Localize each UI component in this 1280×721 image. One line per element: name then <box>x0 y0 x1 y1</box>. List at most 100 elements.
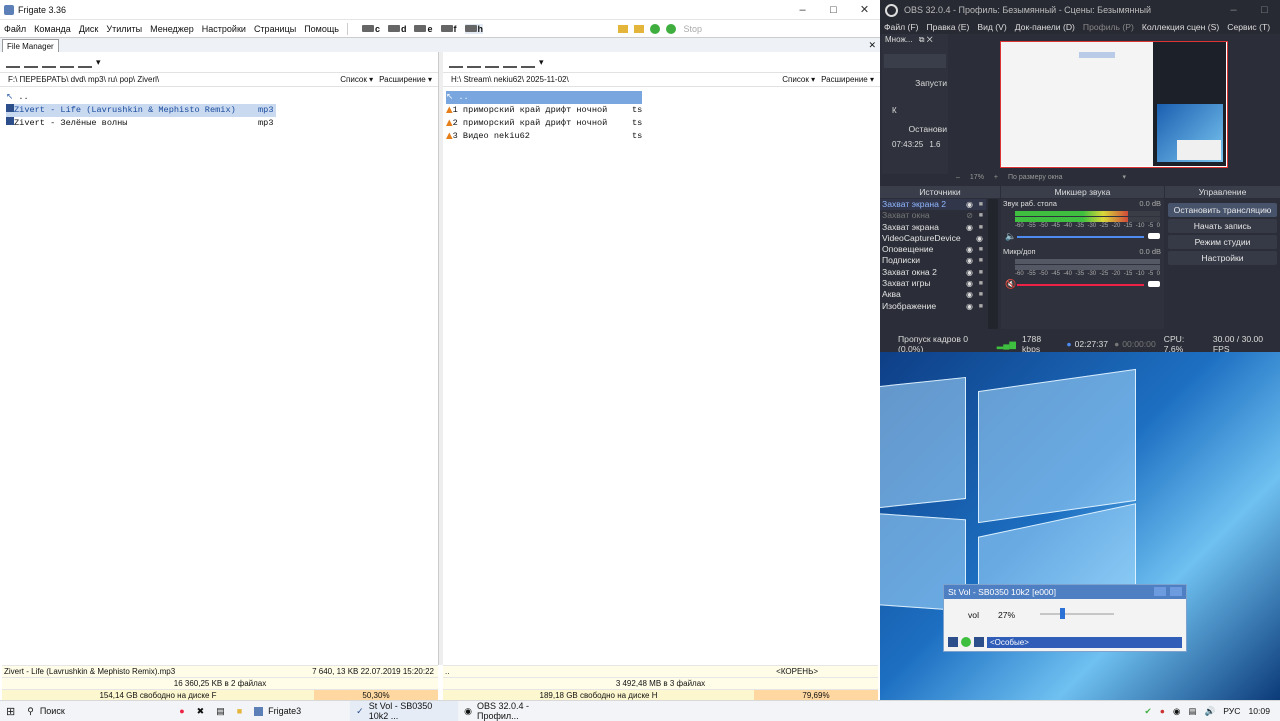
folder-up-icon[interactable] <box>634 24 645 33</box>
taskbar-app-frigate[interactable]: Frigate3 <box>248 701 350 721</box>
folder-icon[interactable]: ■ <box>231 701 248 721</box>
source-item[interactable]: Оповещение ◉ ■ <box>880 244 986 255</box>
list-item[interactable]: Zivert - Life (Lavrushkin & Mephisto Rem… <box>6 104 276 117</box>
source-item[interactable]: Захват окна 2 ◉ ■ <box>880 267 986 278</box>
source-item[interactable]: Подписки ◉ ■ <box>880 255 986 266</box>
lock-icon[interactable]: ■ <box>979 244 983 255</box>
notes-icon[interactable]: ▤ <box>210 701 231 721</box>
view-icon[interactable] <box>6 56 20 68</box>
muted-speaker-icon[interactable]: 🔇 <box>1005 279 1016 290</box>
maximize-button[interactable]: □ <box>818 0 849 19</box>
right-sort-ext[interactable]: Расширение ▾ <box>821 75 874 84</box>
menu-settings[interactable]: Настройки <box>202 24 246 34</box>
lock-icon[interactable]: ■ <box>979 255 983 266</box>
check-icon[interactable]: ✔ <box>1145 706 1152 717</box>
dropdown-icon[interactable]: ▾ <box>96 57 101 68</box>
list-item[interactable]: ↖ .. <box>446 91 642 104</box>
view-icon[interactable] <box>485 56 499 68</box>
source-item[interactable]: Захват экрана 2 ◉ ■ <box>880 199 986 211</box>
drive-c-button[interactable]: c <box>361 24 380 34</box>
lock-icon[interactable]: ■ <box>979 289 983 300</box>
dropdown-icon[interactable]: ▾ <box>539 57 544 68</box>
eye-icon[interactable]: ◉ <box>966 255 973 266</box>
obs-menu-scene-collection[interactable]: Коллекция сцен (S) <box>1142 22 1219 32</box>
obs-menu-profile[interactable]: Профиль (P) <box>1083 22 1134 32</box>
volume-min-button[interactable] <box>1154 587 1166 596</box>
obs-tray-icon[interactable]: ◉ <box>1173 706 1181 717</box>
folder-icon[interactable] <box>618 24 629 33</box>
status-icon[interactable] <box>961 637 971 647</box>
speaker-icon[interactable]: 🔈 <box>1005 231 1016 242</box>
start-button[interactable]: Запусти <box>882 78 948 88</box>
sources-scrollbar[interactable] <box>988 199 998 329</box>
obs-menu-view[interactable]: Вид (V) <box>977 22 1006 32</box>
lock-icon[interactable]: ■ <box>979 222 983 233</box>
source-item[interactable]: Захват экрана ◉ ■ <box>880 222 986 233</box>
network-icon[interactable]: ▤ <box>1188 706 1196 717</box>
lock-icon[interactable]: ■ <box>979 199 983 210</box>
view-icon[interactable] <box>521 56 535 68</box>
eye-icon[interactable]: ◉ <box>966 278 973 289</box>
volume-slider-thumb[interactable] <box>1059 608 1065 619</box>
drive-d-button[interactable]: d <box>387 24 406 34</box>
menu-manager[interactable]: Менеджер <box>150 24 194 34</box>
volume-fader-handle[interactable] <box>1148 281 1160 287</box>
left-sort-ext[interactable]: Расширение ▾ <box>379 75 432 84</box>
drive-h-button[interactable]: h <box>464 23 483 34</box>
stop-button[interactable]: Stop <box>683 24 702 34</box>
browser-icon[interactable]: ● <box>173 701 190 721</box>
obs-preview[interactable] <box>1000 41 1228 168</box>
source-item[interactable]: Аква ◉ ■ <box>880 289 986 300</box>
view-icon[interactable] <box>24 56 38 68</box>
lock-icon[interactable]: ■ <box>979 301 983 312</box>
view-icon[interactable] <box>42 56 56 68</box>
list-item[interactable]: Zivert - Зелёные волны mp3 <box>6 117 438 130</box>
taskbar-app-obs[interactable]: ◉ OBS 32.0.4 - Профил... <box>458 701 570 721</box>
eye-icon[interactable]: ◉ <box>976 233 983 244</box>
source-item[interactable]: Захват окна ⊘ ■ <box>880 210 986 221</box>
back-icon[interactable] <box>650 23 661 34</box>
menu-file[interactable]: Файл <box>4 24 26 34</box>
taskbar-app-stvol[interactable]: ✓ St Vol - SB0350 10k2 ... <box>350 701 459 721</box>
eye-icon[interactable]: ◉ <box>966 222 973 233</box>
speaker-icon[interactable]: 🔊 <box>1205 706 1216 717</box>
start-button[interactable]: ⊞ <box>0 701 21 721</box>
fit-window-option[interactable]: По размеру окна <box>1008 174 1062 181</box>
view-icon[interactable] <box>60 56 74 68</box>
obs-minimize-button[interactable]: – <box>1218 1 1249 20</box>
view-icon[interactable] <box>78 56 92 68</box>
drive-f-button[interactable]: f <box>440 24 457 34</box>
volume-close-button[interactable] <box>1170 587 1182 596</box>
obs-menu-tools[interactable]: Сервис (T) <box>1227 22 1270 32</box>
menu-disk[interactable]: Диск <box>79 24 99 34</box>
start-recording-button[interactable]: Начать запись <box>1168 219 1277 233</box>
left-view-mode[interactable]: Список ▾ <box>340 75 373 84</box>
obs-menu-file[interactable]: Файл (F) <box>884 22 919 32</box>
list-item[interactable]: ▲3 Видео nekiu62 ts <box>446 130 880 143</box>
volume-fader-handle[interactable] <box>1148 233 1160 239</box>
studio-mode-button[interactable]: Режим студии <box>1168 235 1277 249</box>
source-item[interactable]: Захват игры ◉ ■ <box>880 278 986 289</box>
right-view-mode[interactable]: Список ▾ <box>782 75 815 84</box>
lang-indicator[interactable]: РУС <box>1223 706 1240 716</box>
tool-icon[interactable]: ✖ <box>191 701 211 721</box>
view-icon[interactable] <box>449 56 463 68</box>
list-item[interactable]: ▲1 приморский край дрифт ночной ts <box>446 104 880 117</box>
tab-close-icon[interactable]: ✕ <box>868 40 876 51</box>
device-select[interactable]: <Особые> <box>987 636 1182 648</box>
eye-icon[interactable]: ◉ <box>966 199 973 210</box>
source-item[interactable]: Изображение ◉ ■ <box>880 301 986 312</box>
right-path[interactable]: H:\ Stream\ nekiu62\ 2025-11-02\ <box>451 75 569 84</box>
stop-start-button[interactable]: Останови <box>882 124 948 134</box>
volume-slider[interactable] <box>1040 608 1114 619</box>
record-tray-icon[interactable]: ● <box>1160 706 1165 716</box>
lock-icon[interactable]: ■ <box>979 267 983 278</box>
eye-icon[interactable]: ◉ <box>966 267 973 278</box>
obs-menu-edit[interactable]: Правка (E) <box>927 22 970 32</box>
view-icon[interactable] <box>503 56 517 68</box>
menu-utilities[interactable]: Утилиты <box>106 24 142 34</box>
left-path[interactable]: F:\ ПЕРЕБРАТЬ\ dvd\ mp3\ ru\ pop\ Ziverl… <box>8 75 159 84</box>
drive-e-button[interactable]: e <box>414 24 433 34</box>
menu-pages[interactable]: Страницы <box>254 24 296 34</box>
settings-button[interactable]: Настройки <box>1168 251 1277 265</box>
